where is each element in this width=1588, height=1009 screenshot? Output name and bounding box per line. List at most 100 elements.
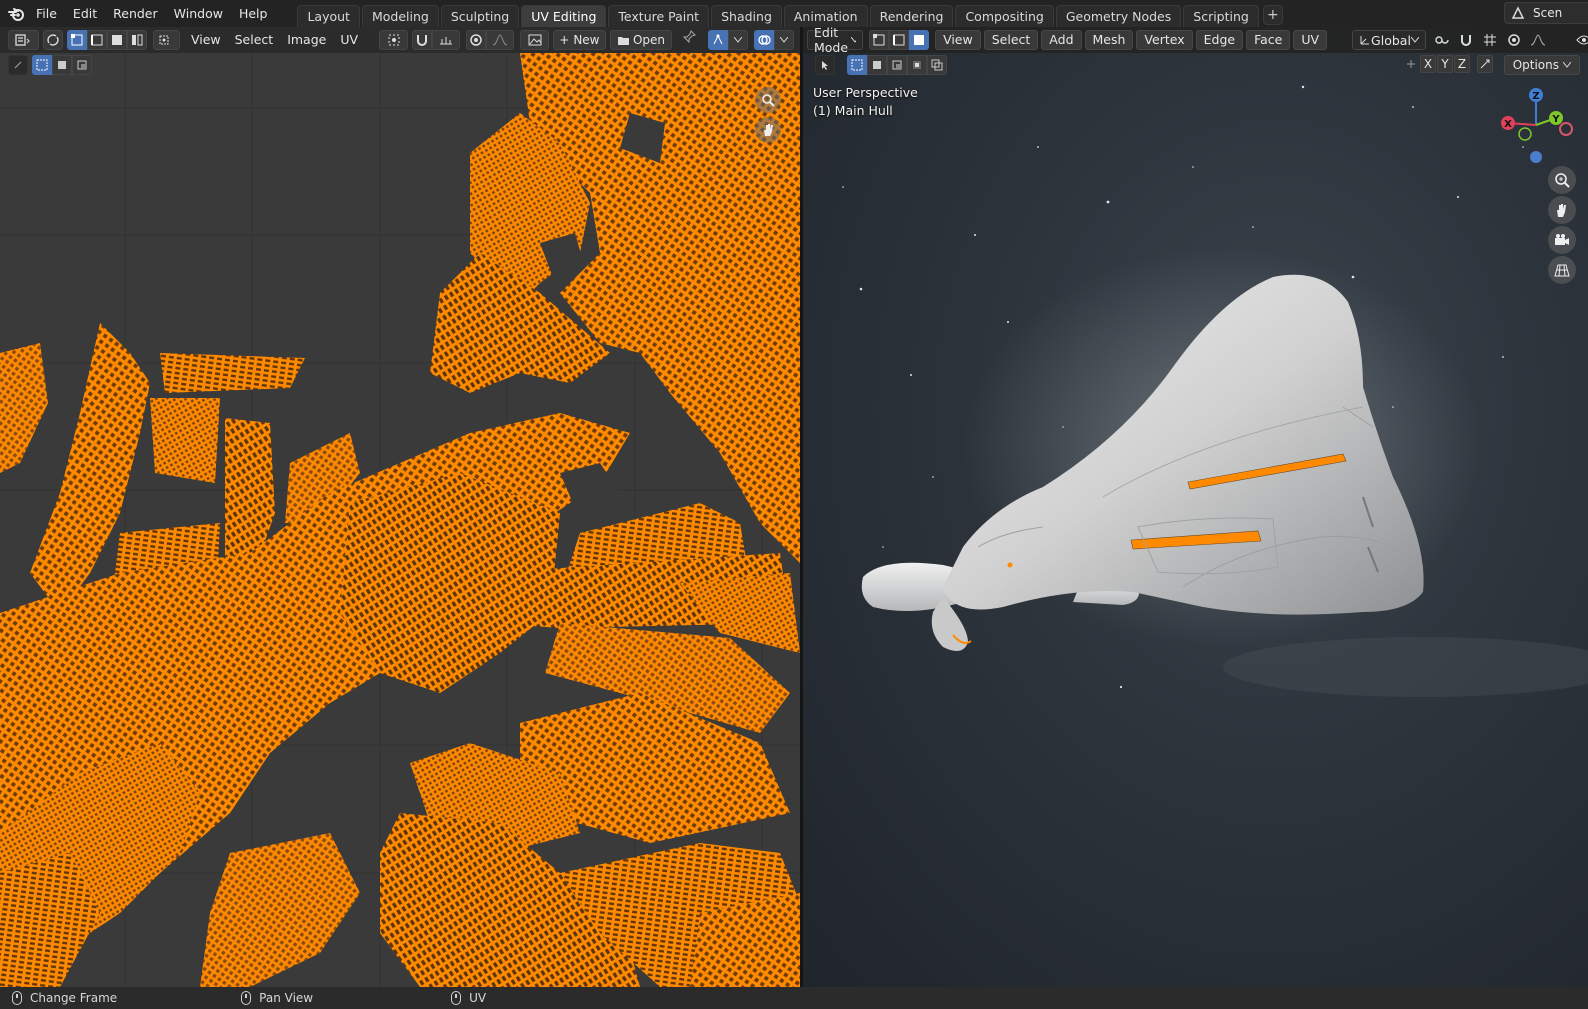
grid-icon[interactable] (1548, 256, 1576, 284)
vp-menu-mesh[interactable]: Mesh (1084, 30, 1134, 50)
select-extend-mode-icon[interactable] (52, 55, 72, 75)
vp-menu-face[interactable]: Face (1246, 30, 1291, 50)
tab-uv-editing[interactable]: UV Editing (521, 5, 607, 27)
vp-select-invert-icon[interactable] (907, 55, 927, 75)
gizmo-y-label: Y (1551, 114, 1560, 125)
visibility-eye-icon[interactable] (1574, 30, 1588, 50)
vp-menu-vertex[interactable]: Vertex (1136, 30, 1193, 50)
proportional-icon[interactable] (466, 30, 487, 50)
mode-label: Edit Mode (814, 27, 849, 55)
auto-merge-icon[interactable] (1477, 55, 1493, 73)
navigation-gizmo[interactable]: Z Y X (1498, 85, 1578, 175)
uv-menu-uv[interactable]: UV (333, 30, 365, 50)
transform-orientation-selector[interactable]: Global (1352, 30, 1426, 50)
options-button[interactable]: Options (1503, 55, 1580, 75)
island-select-icon[interactable] (126, 30, 147, 50)
vp-menu-add[interactable]: Add (1041, 30, 1082, 50)
menu-window[interactable]: Window (166, 3, 231, 25)
object-label: (1) Main Hull (813, 103, 893, 118)
snap-grid-icon[interactable] (1480, 30, 1500, 50)
camera-icon[interactable] (1548, 226, 1576, 254)
pin-icon[interactable] (676, 30, 702, 50)
tab-texture-paint[interactable]: Texture Paint (608, 5, 710, 27)
axis-x-button[interactable]: X (1420, 55, 1436, 73)
tab-sculpting[interactable]: Sculpting (440, 5, 520, 27)
falloff-curve-icon[interactable] (1528, 30, 1548, 50)
toolbar-toggle-icon[interactable] (8, 55, 28, 75)
blender-logo-icon[interactable] (6, 3, 28, 25)
vp-select-subtract-icon[interactable] (887, 55, 907, 75)
uv-menu-select[interactable]: Select (228, 30, 281, 50)
tab-modeling[interactable]: Modeling (361, 5, 439, 27)
axis-y-button[interactable]: Y (1437, 55, 1453, 73)
sticky-select-icon[interactable] (152, 30, 180, 50)
uv-menu-image[interactable]: Image (280, 30, 333, 50)
workspace-tabs: Layout Modeling Sculpting UV Editing Tex… (297, 0, 1283, 27)
overlay-icon[interactable] (754, 30, 774, 50)
snap-icon[interactable] (412, 30, 433, 50)
options-label: Options (1512, 58, 1559, 72)
vp-menu-view[interactable]: View (935, 30, 981, 50)
top-bar: File Edit Render Window Help Layout Mode… (0, 0, 1588, 27)
menu-help[interactable]: Help (231, 3, 276, 25)
hand-icon[interactable] (1548, 196, 1576, 224)
snap-target-icon[interactable] (432, 30, 461, 50)
tab-rendering[interactable]: Rendering (869, 5, 954, 27)
uv-canvas[interactable] (0, 53, 800, 987)
mode-selector[interactable]: Edit Mode (807, 27, 864, 55)
falloff-icon[interactable] (486, 30, 515, 50)
mouse-icon (451, 991, 462, 1005)
tab-compositing[interactable]: Compositing (955, 5, 1054, 27)
vp-menu-select[interactable]: Select (983, 30, 1039, 50)
face-mode-icon[interactable] (909, 30, 930, 50)
chevron-down-icon (1410, 37, 1419, 43)
tab-shading[interactable]: Shading (711, 5, 782, 27)
image-icon[interactable] (520, 30, 549, 50)
mouse-icon (12, 991, 22, 1005)
select-box-mode-icon[interactable] (32, 55, 52, 75)
pivot-point-icon[interactable] (1432, 30, 1452, 50)
edge-mode-icon[interactable] (889, 30, 910, 50)
uv-overlay-toggle-icon[interactable] (708, 30, 728, 50)
sync-selection-icon[interactable] (42, 30, 63, 50)
uv-zoom-icon[interactable] (755, 87, 781, 113)
3d-viewport[interactable]: Edit Mode View Select Add Mesh Vertex Ed… (803, 27, 1588, 987)
new-image-button[interactable]: + New (552, 30, 606, 50)
pivot-icon[interactable] (379, 30, 409, 50)
edge-select-icon[interactable] (86, 30, 107, 50)
snap-magnet-icon[interactable] (1456, 30, 1476, 50)
tab-geometry-nodes[interactable]: Geometry Nodes (1055, 5, 1182, 27)
vp-menu-uv[interactable]: UV (1293, 30, 1328, 50)
overlay-dropdown-icon[interactable] (774, 30, 794, 50)
add-workspace-button[interactable]: + (1262, 5, 1283, 25)
tab-layout[interactable]: Layout (297, 5, 360, 27)
viewport-tool-settings (815, 55, 953, 75)
vertex-select-icon[interactable] (66, 30, 87, 50)
menu-render[interactable]: Render (105, 3, 166, 25)
uv-menu-view[interactable]: View (184, 30, 228, 50)
mirror-toggle-icon[interactable] (1403, 55, 1419, 73)
face-select-icon[interactable] (106, 30, 127, 50)
axis-z-button[interactable]: Z (1454, 55, 1470, 73)
orientation-icon (1360, 36, 1370, 45)
open-image-button[interactable]: Open (609, 30, 672, 50)
editor-type-icon[interactable] (8, 30, 39, 50)
vertex-mode-icon[interactable] (869, 30, 890, 50)
menu-edit[interactable]: Edit (65, 3, 105, 25)
status-change-frame: Change Frame (12, 991, 117, 1005)
proportional-edit-icon[interactable] (1504, 30, 1524, 50)
chevron-down-icon[interactable] (728, 30, 748, 50)
tab-scripting[interactable]: Scripting (1183, 5, 1259, 27)
menu-file[interactable]: File (28, 3, 65, 25)
uv-pan-hand-icon[interactable] (755, 117, 781, 143)
cursor-tool-icon[interactable] (815, 55, 835, 75)
vp-select-extend-icon[interactable] (867, 55, 887, 75)
select-subtract-mode-icon[interactable] (72, 55, 92, 75)
vp-select-intersect-icon[interactable] (927, 55, 947, 75)
vp-menu-edge[interactable]: Edge (1195, 30, 1244, 50)
tab-animation[interactable]: Animation (783, 5, 868, 27)
scene-selector[interactable]: Scen (1504, 2, 1588, 24)
vp-select-new-icon[interactable] (847, 55, 867, 75)
status-label: UV (469, 991, 487, 1005)
zoom-icon[interactable] (1548, 166, 1576, 194)
